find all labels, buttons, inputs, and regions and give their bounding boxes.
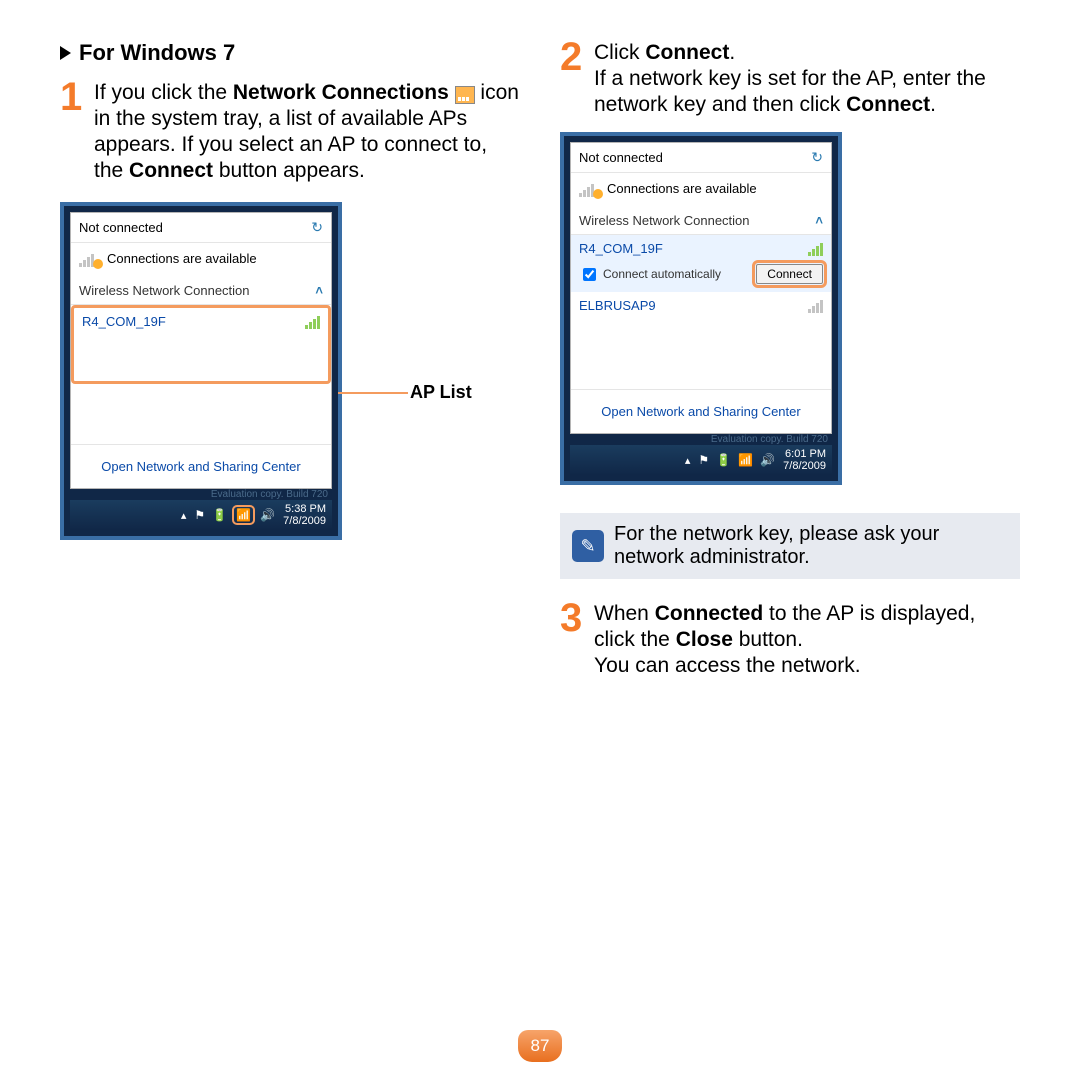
network-flyout-screenshot: Not connected ↻ Connections are availabl…	[60, 202, 342, 540]
ap-row-selected[interactable]: R4_COM_19F	[571, 235, 831, 262]
evaluation-text: Evaluation copy. Build 720	[70, 489, 332, 500]
tray-chevron-icon[interactable]: ▴	[181, 509, 187, 522]
pencil-icon: ✎	[572, 530, 604, 562]
ap-row[interactable]: ELBRUSAP9	[571, 292, 831, 319]
section-heading: For Windows 7	[60, 40, 520, 66]
triangle-icon	[60, 46, 71, 60]
step-2: 2 Click Connect. If a network key is set…	[560, 40, 1020, 118]
auto-checkbox[interactable]	[583, 268, 596, 281]
network-tray-icon[interactable]: 📶	[234, 507, 253, 523]
open-network-center-link[interactable]: Open Network and Sharing Center	[71, 444, 331, 488]
signal-icon	[305, 315, 320, 329]
open-network-center-link[interactable]: Open Network and Sharing Center	[571, 389, 831, 433]
network-connections-icon	[455, 86, 475, 104]
ap-name: R4_COM_19F	[82, 314, 166, 329]
taskbar: ▴ ⚑ 🔋 📶 🔊 6:01 PM 7/8/2009	[570, 445, 832, 475]
wnc-header: Wireless Network Connection	[79, 283, 250, 298]
signal-icon	[808, 242, 823, 256]
ap-row[interactable]: R4_COM_19F	[74, 308, 328, 335]
note-box: ✎ For the network key, please ask your n…	[560, 513, 1020, 579]
ap-name: R4_COM_19F	[579, 241, 663, 256]
tray-chevron-icon[interactable]: ▴	[685, 454, 691, 467]
callout-line	[338, 392, 408, 394]
refresh-icon[interactable]: ↻	[811, 149, 823, 166]
callout-label: AP List	[410, 382, 472, 403]
flag-icon[interactable]: ⚑	[194, 508, 205, 522]
status-text: Not connected	[579, 150, 663, 165]
volume-icon[interactable]: 🔊	[760, 453, 775, 467]
ap-name: ELBRUSAP9	[579, 298, 656, 313]
taskbar-clock[interactable]: 6:01 PM 7/8/2009	[783, 448, 826, 472]
signal-available-icon	[579, 179, 601, 197]
wnc-header: Wireless Network Connection	[579, 213, 750, 228]
refresh-icon[interactable]: ↻	[311, 219, 323, 236]
status-text: Not connected	[79, 220, 163, 235]
network-tray-icon[interactable]: 📶	[738, 453, 753, 467]
network-flyout-screenshot-2: Not connected ↻ Connections are availabl…	[560, 132, 842, 485]
chevron-up-icon[interactable]: ˄	[315, 283, 323, 298]
step-text: Click Connect. If a network key is set f…	[594, 40, 1020, 118]
step-3: 3 When Connected to the AP is displayed,…	[560, 601, 1020, 679]
power-icon[interactable]: 🔋	[716, 453, 731, 467]
taskbar-clock[interactable]: 5:38 PM 7/8/2009	[283, 503, 326, 527]
chevron-up-icon[interactable]: ˄	[815, 213, 823, 228]
signal-available-icon	[79, 249, 101, 267]
volume-icon[interactable]: 🔊	[260, 508, 275, 522]
taskbar: ▴ ⚑ 🔋 📶 🔊 5:38 PM 7/8/2009	[70, 500, 332, 530]
evaluation-text: Evaluation copy. Build 720	[570, 434, 832, 445]
connect-button[interactable]: Connect	[756, 264, 823, 284]
heading-text: For Windows 7	[79, 40, 235, 65]
step-text: If you click the Network Connections ico…	[94, 80, 520, 184]
ap-list-highlight: R4_COM_19F	[71, 305, 331, 384]
page-number-badge: 87	[518, 1030, 562, 1062]
step-number: 1	[60, 80, 86, 114]
step-number: 3	[560, 601, 586, 635]
connect-automatically-checkbox[interactable]: Connect automatically	[579, 265, 721, 284]
step-1: 1 If you click the Network Connections i…	[60, 80, 520, 184]
signal-icon	[808, 299, 823, 313]
power-icon[interactable]: 🔋	[212, 508, 227, 522]
connections-available: Connections are available	[107, 251, 257, 266]
note-text: For the network key, please ask your net…	[614, 523, 1008, 569]
step-number: 2	[560, 40, 586, 74]
step-text: When Connected to the AP is displayed, c…	[594, 601, 1020, 679]
flag-icon[interactable]: ⚑	[698, 453, 709, 467]
connections-available: Connections are available	[607, 181, 757, 196]
